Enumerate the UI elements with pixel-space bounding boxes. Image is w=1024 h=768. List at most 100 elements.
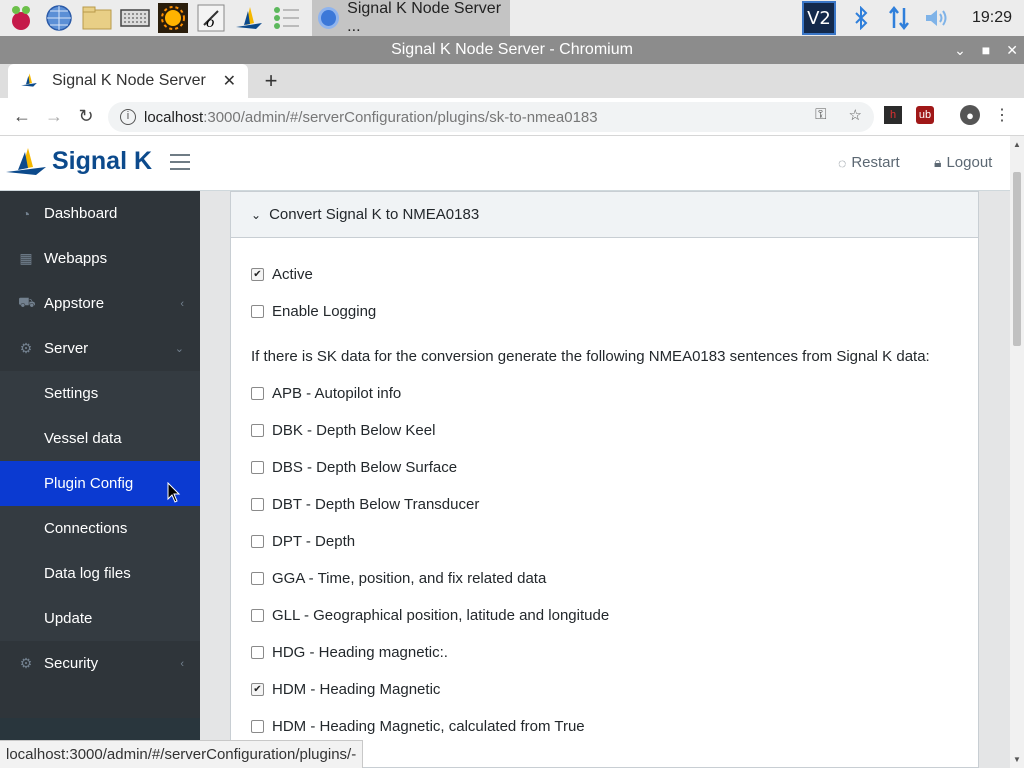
key-icon[interactable]: ⚿	[815, 106, 826, 124]
globe-icon[interactable]	[42, 1, 76, 35]
page-scrollbar[interactable]: ▲ ▼	[1010, 136, 1024, 768]
sidebar-item-vessel-data[interactable]: Vessel data	[0, 416, 200, 461]
scroll-thumb[interactable]	[1013, 172, 1021, 346]
sentence-checkbox[interactable]	[251, 461, 264, 474]
extension-h-icon[interactable]: h	[884, 106, 902, 124]
sentence-checkbox[interactable]: ✔	[251, 683, 264, 696]
sentence-label: APB - Autopilot info	[272, 385, 402, 402]
back-icon[interactable]: ←	[6, 106, 38, 127]
main-content: ⌄ Convert Signal K to NMEA0183 ✔ Active …	[200, 191, 1010, 768]
sentence-row: DBS - Depth Below Surface	[251, 449, 958, 486]
vnc-icon[interactable]: V2	[802, 1, 836, 35]
logging-label: Enable Logging	[272, 303, 377, 320]
window-titlebar[interactable]: Signal K Node Server - Chromium ⌄ ■ ✕	[0, 36, 1024, 64]
sidebar-item-label: Connections	[44, 520, 128, 537]
folder-icon[interactable]	[80, 1, 114, 35]
tab-close-icon[interactable]: ✕	[223, 71, 236, 91]
sentence-label: DBT - Depth Below Transducer	[272, 496, 480, 513]
plugin-title: Convert Signal K to NMEA0183	[269, 206, 480, 223]
logout-button[interactable]: 🔒︎ Logout	[934, 154, 992, 171]
network-arrows-icon[interactable]	[884, 1, 914, 35]
sentence-checkbox[interactable]	[251, 498, 264, 511]
hamburger-menu-icon[interactable]	[170, 154, 190, 175]
maximize-icon[interactable]: ■	[982, 36, 990, 64]
tab-title: Signal K Node Server	[52, 72, 206, 89]
ublock-icon[interactable]: ub	[916, 106, 934, 124]
dashboard-icon: ◔	[21, 205, 31, 222]
scroll-down-icon[interactable]: ▼	[1013, 755, 1021, 764]
sentence-label: HDM - Heading Magnetic	[272, 681, 441, 698]
sentence-checkbox[interactable]	[251, 387, 264, 400]
sidebar-item-appstore[interactable]: ⛟ Appstore ‹	[0, 281, 200, 326]
sidebar-item-connections[interactable]: Connections	[0, 506, 200, 551]
gear-icon: ⚙	[19, 655, 33, 671]
sidebar-item-label: Appstore	[44, 295, 105, 312]
grid-icon: ▦	[19, 250, 33, 266]
signalk-logo[interactable]: Signal K	[6, 146, 152, 176]
sentence-checkbox[interactable]	[251, 609, 264, 622]
logging-checkbox[interactable]	[251, 305, 264, 318]
scroll-up-icon[interactable]: ▲	[1013, 140, 1021, 149]
sidebar-item-dashboard[interactable]: ◔ Dashboard	[0, 191, 200, 236]
signalk-icon[interactable]	[232, 1, 266, 35]
taskbar-window-label: Signal K Node Server ...	[347, 0, 502, 35]
new-tab-icon[interactable]: +	[258, 68, 284, 94]
sidebar-item-data-log-files[interactable]: Data log files	[0, 551, 200, 596]
restart-button[interactable]: ◌ Restart	[838, 154, 900, 171]
sidebar-item-label: Webapps	[44, 250, 108, 267]
url-host: localhost	[144, 108, 204, 126]
sun-icon[interactable]	[156, 1, 190, 35]
sidebar-item-label: Plugin Config	[44, 475, 134, 492]
clock: 19:29	[971, 9, 1013, 26]
info-icon[interactable]: i	[120, 109, 136, 125]
sentences-description: If there is SK data for the conversion g…	[251, 348, 930, 365]
bluetooth-icon[interactable]	[846, 1, 876, 35]
sentence-list: APB - Autopilot info DBK - Depth Below Ke…	[251, 375, 958, 745]
os-taskbar: o Signal K Node Server ... V2 19:29	[0, 0, 1024, 36]
star-icon[interactable]: ☆	[849, 106, 862, 124]
logo-text: Signal K	[52, 146, 153, 175]
sidebar-item-label: Security	[44, 655, 99, 672]
logging-row: Enable Logging	[251, 293, 958, 330]
sentence-checkbox[interactable]	[251, 646, 264, 659]
minimize-icon[interactable]: ⌄	[954, 36, 966, 64]
sidebar-item-label: Server	[44, 340, 89, 357]
sidebar-item-label: Settings	[44, 385, 99, 402]
svg-text:o: o	[206, 15, 214, 31]
raspberry-menu-icon[interactable]	[4, 1, 38, 35]
sidebar-item-security[interactable]: ⚙ Security ‹	[0, 641, 200, 686]
close-window-icon[interactable]: ✕	[1006, 36, 1018, 64]
sentence-checkbox[interactable]	[251, 424, 264, 437]
text-editor-icon[interactable]: o	[194, 1, 228, 35]
sentence-row: DBK - Depth Below Keel	[251, 412, 958, 449]
profile-icon[interactable]: ●	[960, 105, 980, 125]
sentence-row: ✔ HDM - Heading Magnetic	[251, 671, 958, 708]
sidebar-item-update[interactable]: Update	[0, 596, 200, 641]
sidebar-item-webapps[interactable]: ▦ Webapps	[0, 236, 200, 281]
browser-tabstrip: Signal K Node Server ✕ +	[0, 64, 1024, 98]
sentence-checkbox[interactable]	[251, 535, 264, 548]
browser-tab[interactable]: Signal K Node Server ✕	[8, 64, 248, 98]
sidebar-item-settings[interactable]: Settings	[0, 371, 200, 416]
taskbar-active-window[interactable]: Signal K Node Server ...	[312, 0, 510, 36]
sidebar-item-server[interactable]: ⚙ Server ⌄	[0, 326, 200, 371]
sentence-row: GLL - Geographical position, latitude an…	[251, 597, 958, 634]
chevron-left-icon: ‹	[180, 657, 184, 670]
menu-dots-icon[interactable]: ⋮	[993, 106, 1011, 124]
window-title: Signal K Node Server - Chromium	[391, 41, 633, 58]
sentence-row: DBT - Depth Below Transducer	[251, 486, 958, 523]
sentence-label: DBS - Depth Below Surface	[272, 459, 458, 476]
address-bar[interactable]: i localhost:3000/admin/#/serverConfigura…	[108, 102, 874, 132]
sentence-checkbox[interactable]	[251, 720, 264, 733]
plugin-card-header[interactable]: ⌄ Convert Signal K to NMEA0183	[231, 192, 978, 238]
keyboard-icon[interactable]	[118, 1, 152, 35]
sentence-checkbox[interactable]	[251, 572, 264, 585]
chevron-down-icon: ⌄	[251, 207, 262, 222]
active-checkbox[interactable]: ✔	[251, 268, 264, 281]
forward-icon[interactable]: →	[38, 106, 70, 127]
mouse-cursor-icon	[167, 482, 181, 503]
volume-icon[interactable]	[922, 1, 952, 35]
reload-icon[interactable]: ↻	[70, 106, 102, 127]
signalk-logo-icon	[6, 146, 46, 176]
list-icon[interactable]	[270, 1, 304, 35]
